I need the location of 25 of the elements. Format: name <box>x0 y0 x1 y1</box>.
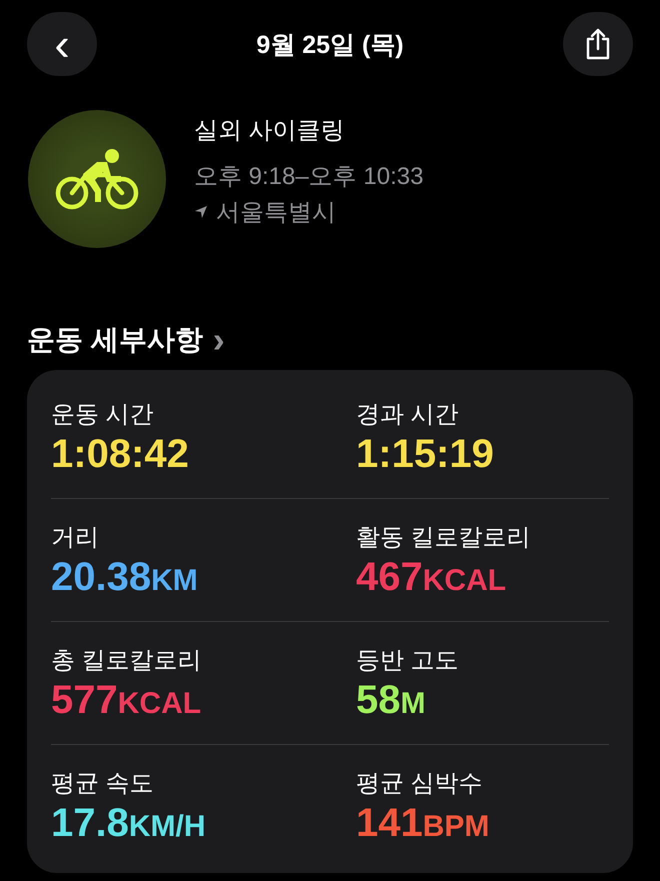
workout-time: 오후 9:18–오후 10:33 <box>194 162 424 192</box>
metric-label: 총 킬로칼로리 <box>51 646 202 676</box>
share-icon <box>584 28 611 60</box>
metric-label: 등반 고도 <box>356 646 459 676</box>
workout-location: 서울특별시 <box>216 198 336 228</box>
metric-label: 평균 속도 <box>51 768 154 798</box>
metric-value: 141BPM <box>356 800 490 846</box>
metric-label: 평균 심박수 <box>356 768 483 798</box>
metric-value: 467KCAL <box>356 554 506 600</box>
workout-title: 실외 사이클링 <box>194 116 346 146</box>
back-button[interactable]: ‹ <box>27 12 97 76</box>
metric-value: 1:08:42 <box>51 432 189 476</box>
metric-label: 운동 시간 <box>51 400 154 430</box>
page-title: 9월 25일 (목) <box>256 30 404 60</box>
metric-label: 경과 시간 <box>356 400 459 430</box>
metric-value: 58M <box>356 678 426 722</box>
metric-value: 577KCAL <box>51 678 202 722</box>
metric-value: 1:15:19 <box>356 432 494 476</box>
location-arrow-icon <box>194 205 208 219</box>
metric-value: 17.8KM/H <box>51 800 206 846</box>
section-link[interactable]: 운동 세부사항 › <box>27 320 225 360</box>
metric-value: 20.38KM <box>51 554 198 600</box>
metric-label: 활동 킬로칼로리 <box>356 522 531 552</box>
cyclist-icon <box>55 148 139 210</box>
metric-label: 거리 <box>51 522 99 552</box>
